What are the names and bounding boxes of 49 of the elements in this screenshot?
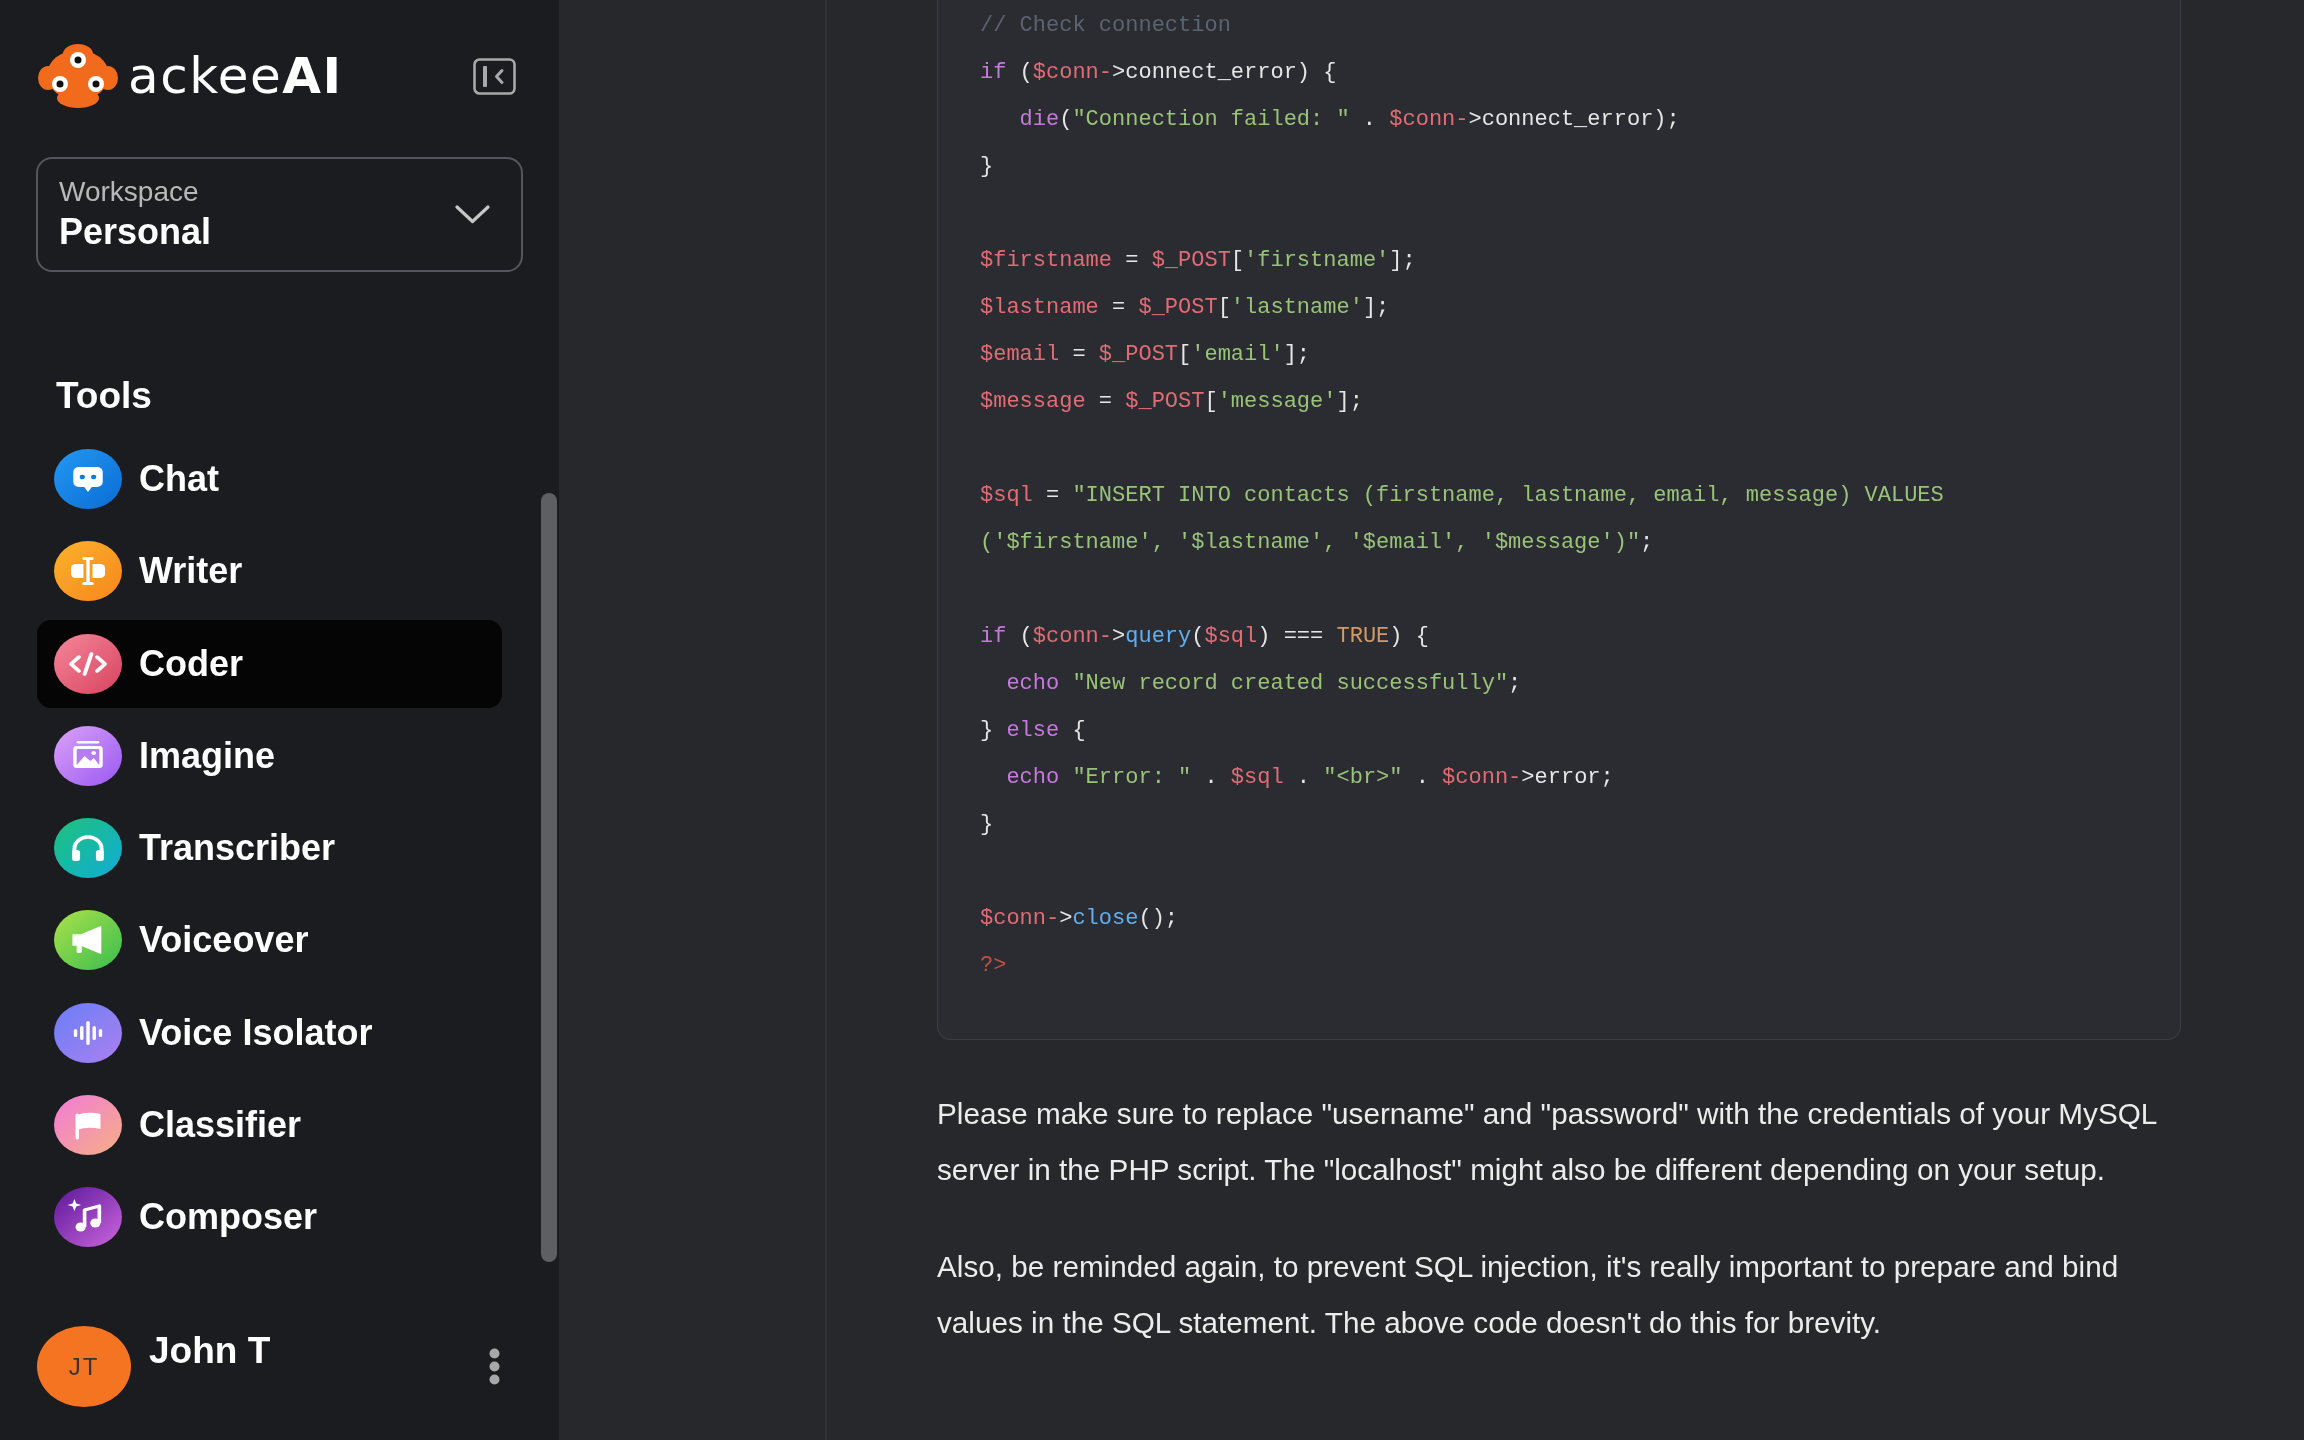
more-options-button[interactable] [489, 1348, 500, 1385]
code-line: $lastname = $_POST['lastname']; [980, 294, 1390, 322]
code-line: echo "New record created successfully"; [1005, 670, 1522, 698]
text-cursor-icon [54, 541, 122, 602]
user-name: John T [149, 1330, 271, 1373]
code-line: ('$firstname', '$lastname', '$email', '$message')"; [980, 529, 1654, 557]
waveform-icon [54, 1002, 122, 1063]
message-paragraph: Also, be reminded again, to prevent SQL injection, it's really important to prepare and bind values in the SQL statement. The above code doesn't do this for brevity. [937, 1249, 2120, 1341]
section-heading: Tools [56, 375, 152, 417]
message-paragraph: Please make sure to replace "username" and "password" with the credentials of your MySQL server in the PHP script. The "localhost" might also be different depending on your setup. [937, 1096, 2158, 1188]
workspace-dropdown[interactable]: Workspace Personal [36, 157, 523, 272]
tool-item[interactable]: Voice Isolator [37, 988, 502, 1077]
code-line: } else { [980, 717, 1086, 745]
headphones-icon [54, 818, 122, 879]
tool-item[interactable]: Voiceover [37, 896, 502, 985]
code-line: if ($conn->connect_error) { [980, 59, 1337, 87]
tool-item[interactable]: Writer [37, 527, 502, 616]
music-note-icon [54, 1187, 122, 1248]
code-line: $message = $_POST['message']; [980, 388, 1363, 416]
code-line: // Check connection [980, 12, 1231, 40]
chevron-down-icon [455, 205, 490, 224]
code-line: } [980, 811, 994, 839]
code-line: $sql = "INSERT INTO contacts (firstname, lastname, email, message) VALUES [980, 482, 1944, 510]
flag-icon [54, 1095, 122, 1156]
code-line: echo "Error: " . $sql . "<br>" . $conn->error; [1005, 764, 1614, 792]
speech-bubble-icon [54, 449, 122, 509]
code-line: if ($conn->query($sql) === TRUE) { [980, 623, 1429, 651]
tool-item[interactable]: Chat [37, 435, 502, 523]
user-avatar: JT [37, 1326, 131, 1407]
code-line: $conn->close(); [980, 905, 1179, 933]
logo-icon [37, 44, 119, 108]
sidebar-panel-icon [473, 57, 516, 95]
tool-item[interactable]: Classifier [37, 1081, 502, 1170]
code-line: ?> [980, 952, 1007, 980]
code-line: die("Connection failed: " . $conn->connect_error); [1018, 106, 1680, 134]
tool-item[interactable]: Transcriber [37, 804, 502, 893]
megaphone-icon [54, 910, 122, 971]
code-brackets-icon [54, 633, 122, 694]
tool-item[interactable]: Coder [37, 619, 502, 708]
more-vertical-icon [489, 1348, 500, 1385]
image-icon [54, 725, 122, 786]
tool-item[interactable]: Composer [37, 1173, 502, 1262]
scrollbar-thumb[interactable] [541, 493, 557, 1262]
sidebar-toggle-button[interactable] [473, 57, 516, 95]
code-line: $email = $_POST['email']; [980, 341, 1311, 369]
logo-wordmark: ackeeAI [128, 48, 343, 104]
code-line: $firstname = $_POST['firstname']; [980, 247, 1416, 275]
code-line: } [980, 153, 994, 181]
tool-item[interactable]: Imagine [37, 711, 502, 800]
